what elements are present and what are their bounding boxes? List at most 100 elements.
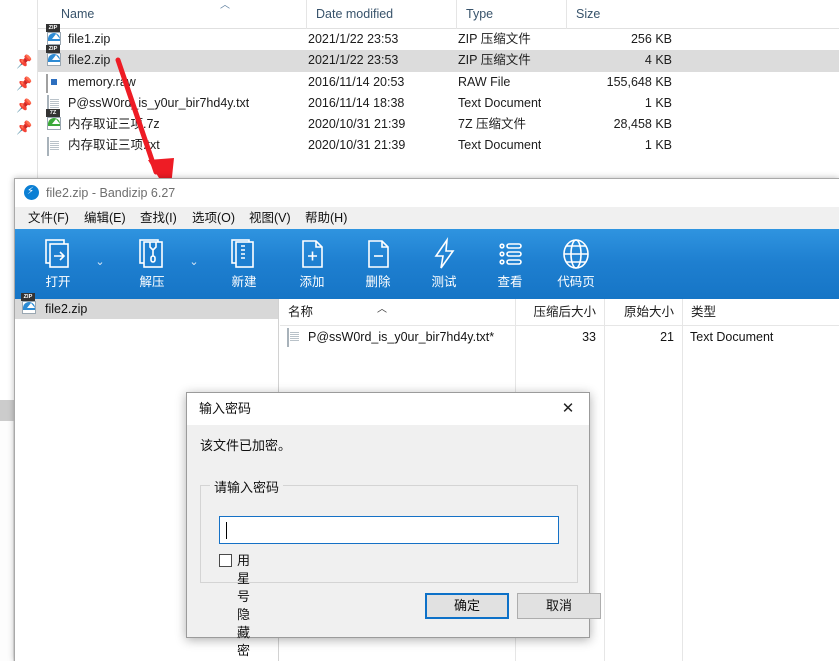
column-header-archive-name[interactable]: 名称 <box>280 299 515 326</box>
menu-item-options[interactable]: 选项(O) <box>192 207 235 229</box>
remove-file-icon <box>349 234 407 274</box>
menu-item-edit[interactable]: 编辑(E) <box>84 207 126 229</box>
close-icon[interactable]: ✕ <box>547 393 589 424</box>
column-header-type[interactable]: Type <box>456 0 566 29</box>
cell-date-modified: 2016/11/14 20:53 <box>308 72 404 93</box>
cancel-button[interactable]: 取消 <box>517 593 601 619</box>
toolbar-codepage-label: 代码页 <box>547 274 605 290</box>
background-window-edge <box>0 421 14 661</box>
archive-row[interactable]: P@ssW0rd_is_y0ur_bir7hd4y.txt* 33 21 Tex… <box>280 326 839 348</box>
extract-icon <box>123 234 181 274</box>
cell-date-modified: 2021/1/22 23:53 <box>308 50 398 71</box>
toolbar-view-label: 查看 <box>481 274 539 290</box>
cell-type: ZIP 压缩文件 <box>458 29 531 50</box>
toolbar-add-button[interactable]: 添加 <box>283 234 341 296</box>
cell-name: memory.raw <box>68 72 136 93</box>
table-row[interactable]: ZIP file1.zip 2021/1/22 23:53 ZIP 压缩文件 2… <box>38 29 839 50</box>
cell-type: ZIP 压缩文件 <box>458 50 531 71</box>
column-header-original-size[interactable]: 原始大小 <box>604 299 682 326</box>
password-dialog: 输入密码 ✕ 该文件已加密。 请输入密码 用星号隐藏密码(H) 确定 取消 <box>186 392 590 638</box>
toolbar-extract-button[interactable]: 解压 <box>123 234 181 296</box>
password-group-label: 请输入密码 <box>210 477 283 496</box>
column-header-size[interactable]: Size <box>566 0 676 29</box>
table-row[interactable]: P@ssW0rd_is_y0ur_bir7hd4y.txt 2016/11/14… <box>38 93 839 114</box>
toolbar-add-label: 添加 <box>283 274 341 290</box>
toolbar: 打开 ⌄ 解压 ⌄ <box>15 229 839 299</box>
toolbar-test-label: 测试 <box>415 274 473 290</box>
window-title: file2.zip - Bandizip 6.27 <box>46 179 175 207</box>
cell-size: 1 KB <box>578 93 672 114</box>
column-header-packed-size[interactable]: 压缩后大小 <box>515 299 604 326</box>
table-row[interactable]: 内存取证三项.txt 2020/10/31 21:39 Text Documen… <box>38 135 839 156</box>
tree-item-archive-root[interactable]: ZIP file2.zip <box>15 299 278 319</box>
cell-size: 1 KB <box>578 135 672 156</box>
bandizip-title-bar[interactable]: file2.zip - Bandizip 6.27 <box>15 179 839 207</box>
cell-date-modified: 2016/11/14 18:38 <box>308 93 404 114</box>
toolbar-open-label: 打开 <box>29 274 87 290</box>
cell-size: 28,458 KB <box>578 114 672 135</box>
view-list-icon <box>481 234 539 274</box>
archive-column-headers: ︿ 名称 压缩后大小 原始大小 类型 <box>280 299 839 326</box>
cell-name: P@ssW0rd_is_y0ur_bir7hd4y.txt <box>68 93 249 114</box>
toolbar-new-button[interactable]: 新建 <box>215 234 273 296</box>
pin-icon: 📌 <box>16 121 30 135</box>
cell-date-modified: 2020/10/31 21:39 <box>308 135 405 156</box>
sevenzip-archive-icon: 7Z <box>46 117 62 133</box>
new-archive-icon <box>215 234 273 274</box>
menu-item-help[interactable]: 帮助(H) <box>305 207 347 229</box>
cell-name: file2.zip <box>68 50 110 71</box>
checkbox-label: 用星号隐藏密码(H) <box>237 552 255 661</box>
toolbar-test-button[interactable]: 测试 <box>415 234 473 296</box>
column-header-archive-type[interactable]: 类型 <box>682 299 782 326</box>
chevron-down-icon[interactable]: ⌄ <box>93 255 107 269</box>
password-input[interactable] <box>219 516 559 544</box>
pin-icon: 📌 <box>16 55 30 69</box>
cell-archive-type: Text Document <box>690 326 773 348</box>
text-document-icon <box>46 138 62 154</box>
toolbar-codepage-button[interactable]: 代码页 <box>547 234 605 296</box>
table-row[interactable]: ZIP file2.zip 2021/1/22 23:53 ZIP 压缩文件 4… <box>38 50 839 71</box>
toolbar-new-label: 新建 <box>215 274 273 290</box>
explorer-column-headers: ︿ Name Date modified Type Size <box>38 0 839 29</box>
pin-icon: 📌 <box>16 99 30 113</box>
checkbox-box[interactable] <box>219 554 232 567</box>
raw-file-icon <box>46 75 62 91</box>
column-header-date-modified[interactable]: Date modified <box>306 0 426 29</box>
open-archive-icon <box>29 234 87 274</box>
toolbar-open-button[interactable]: 打开 <box>29 234 87 296</box>
cell-date-modified: 2021/1/22 23:53 <box>308 29 398 50</box>
ok-button[interactable]: 确定 <box>425 593 509 619</box>
zip-archive-icon: ZIP <box>21 301 37 317</box>
cell-size: 256 KB <box>578 29 672 50</box>
toolbar-delete-button[interactable]: 删除 <box>349 234 407 296</box>
cell-name: 内存取证三项.txt <box>68 135 160 156</box>
menu-item-view[interactable]: 视图(V) <box>249 207 291 229</box>
chevron-down-icon[interactable]: ⌄ <box>187 255 201 269</box>
toolbar-view-button[interactable]: 查看 <box>481 234 539 296</box>
table-row[interactable]: memory.raw 2016/11/14 20:53 RAW File 155… <box>38 72 839 93</box>
bandizip-logo-icon <box>24 185 39 200</box>
toolbar-delete-label: 删除 <box>349 274 407 290</box>
add-file-icon <box>283 234 341 274</box>
column-header-name[interactable]: Name <box>52 0 320 29</box>
menu-item-file[interactable]: 文件(F) <box>28 207 69 229</box>
cell-size: 155,648 KB <box>578 72 672 93</box>
menu-item-find[interactable]: 查找(I) <box>140 207 177 229</box>
dialog-title-bar[interactable]: 输入密码 ✕ <box>187 393 589 425</box>
dialog-message: 该文件已加密。 <box>200 435 291 454</box>
cell-size: 4 KB <box>578 50 672 71</box>
cell-type: Text Document <box>458 93 541 114</box>
cell-type: 7Z 压缩文件 <box>458 114 526 135</box>
codepage-globe-icon <box>547 234 605 274</box>
cell-archive-name: P@ssW0rd_is_y0ur_bir7hd4y.txt* <box>308 326 494 348</box>
explorer-file-list: ZIP file1.zip 2021/1/22 23:53 ZIP 压缩文件 2… <box>38 29 839 157</box>
menu-bar: 文件(F) 编辑(E) 查找(I) 选项(O) 视图(V) 帮助(H) <box>15 207 839 229</box>
dialog-title: 输入密码 <box>199 393 251 425</box>
toolbar-extract-label: 解压 <box>123 274 181 290</box>
cell-name: 内存取证三项.7z <box>68 114 160 135</box>
pin-icon: 📌 <box>16 77 30 91</box>
cell-type: Text Document <box>458 135 541 156</box>
cell-date-modified: 2020/10/31 21:39 <box>308 114 405 135</box>
table-row[interactable]: 7Z 内存取证三项.7z 2020/10/31 21:39 7Z 压缩文件 28… <box>38 114 839 135</box>
text-document-icon <box>286 329 302 345</box>
